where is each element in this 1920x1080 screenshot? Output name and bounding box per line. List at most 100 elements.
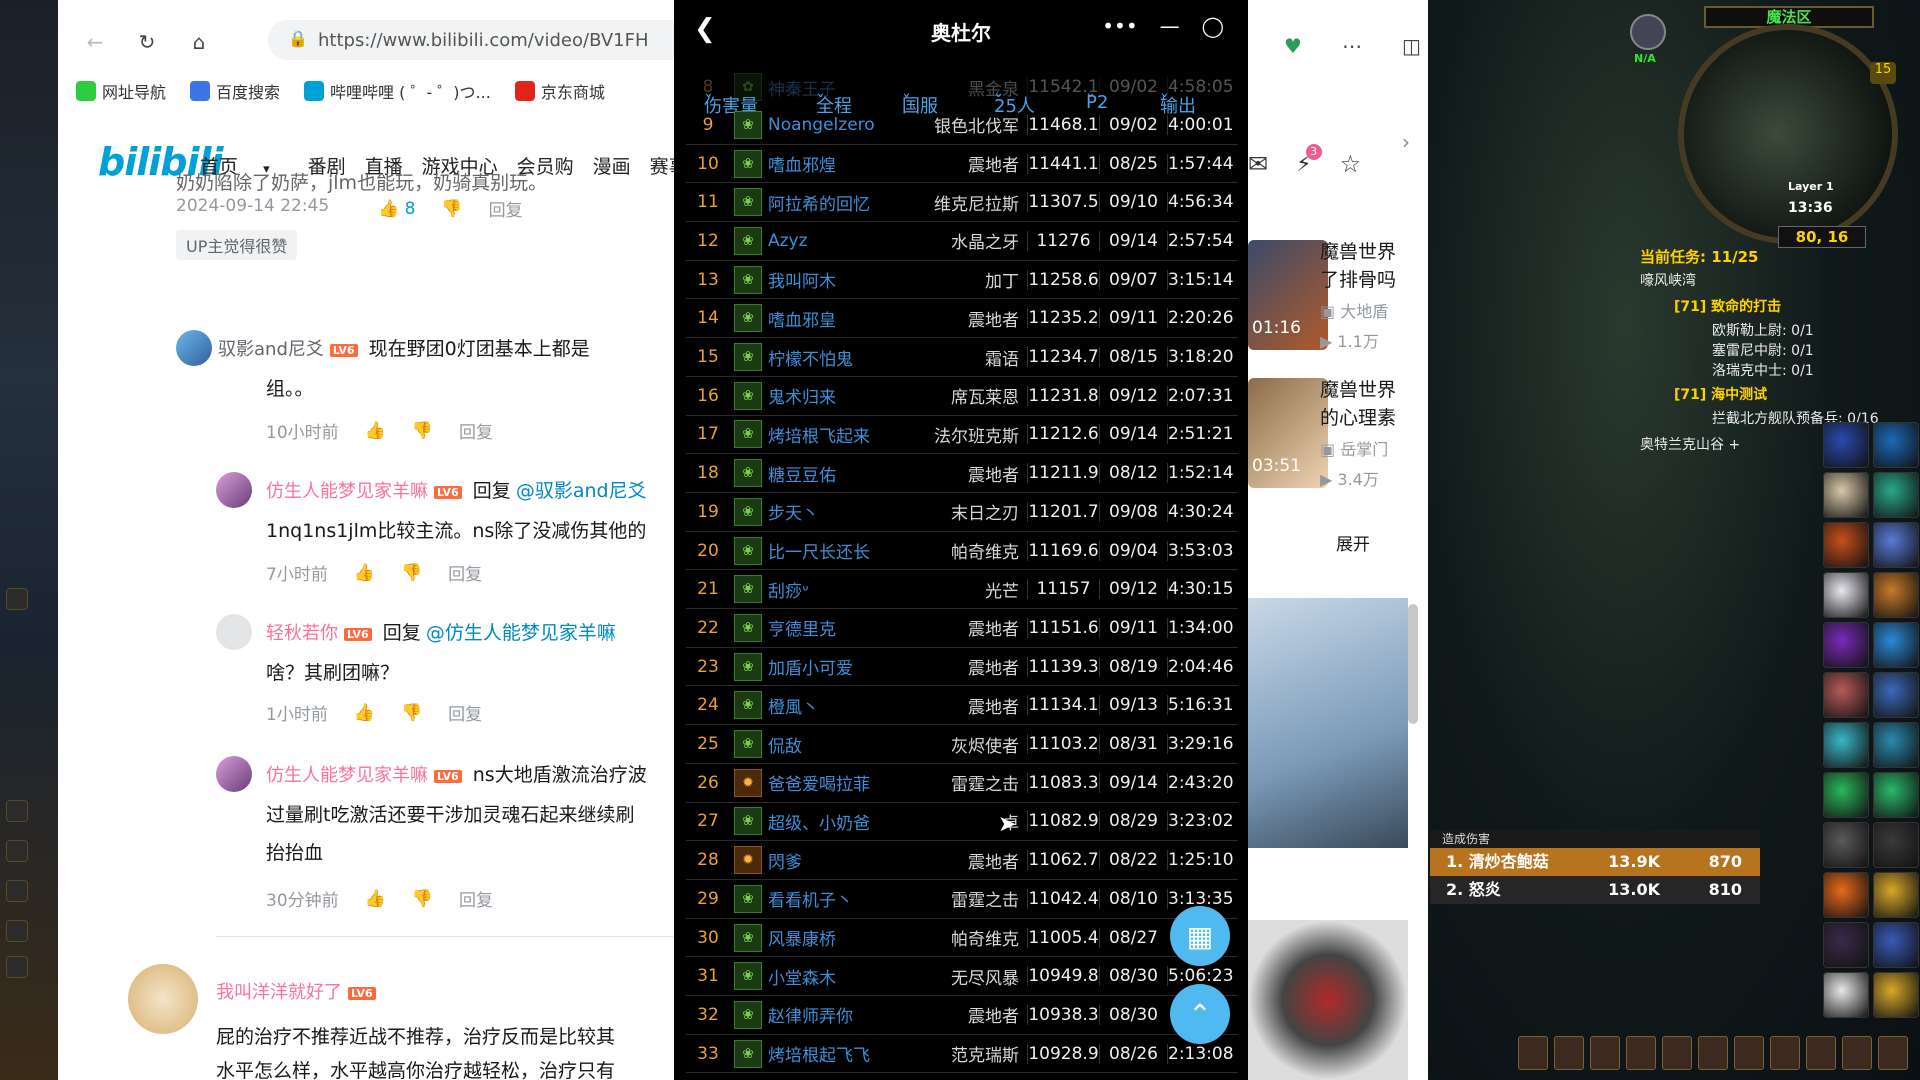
bag-slot-icon[interactable]	[1806, 1036, 1836, 1070]
player-name[interactable]: 爸爸爱喝拉菲	[762, 770, 907, 795]
like-icon[interactable]: 👍	[354, 703, 375, 723]
table-row[interactable]: 20 ❀ 比一尺长还长 帕奇维克 11169.6 09/04 3:53:03	[686, 532, 1238, 571]
reply-button[interactable]: 回复	[459, 886, 493, 911]
spell-icon[interactable]	[1823, 522, 1869, 568]
player-name[interactable]: 柠檬不怕鬼	[762, 345, 907, 370]
video-up[interactable]: ▣ 大地盾	[1320, 298, 1388, 322]
close-target-icon[interactable]: ◯	[1202, 14, 1224, 38]
bookmark-item[interactable]: 哔哩哔哩 ( ゜- ゜)つ...	[304, 79, 491, 103]
scrollbar[interactable]	[1408, 604, 1418, 724]
table-row[interactable]: 12 ❀ Azyz 水晶之牙 11276 09/14 2:57:54	[686, 222, 1238, 261]
quest-tracker-header[interactable]: 当前任务: 11/25	[1640, 246, 1758, 267]
avatar[interactable]	[216, 472, 252, 508]
extension-icon[interactable]: ♥	[1284, 34, 1302, 58]
chevron-left-icon[interactable]: ❮	[694, 14, 716, 44]
player-name[interactable]: 小堂森木	[762, 964, 907, 989]
player-name[interactable]: 加盾小可爱	[762, 654, 907, 679]
spell-icon[interactable]	[1823, 872, 1869, 918]
spell-icon[interactable]	[1873, 772, 1919, 818]
reply-button[interactable]: 回复	[448, 700, 482, 725]
video-up[interactable]: ▣ 岳掌门	[1320, 436, 1388, 460]
video-title[interactable]: 了排骨吗	[1320, 266, 1430, 294]
table-row[interactable]: 29 ❀ 看看机子丶 雷霆之击 11042.4 08/10 3:13:35	[686, 880, 1238, 919]
table-row[interactable]: 25 ❀ 侃敌 灰烬使者 11103.2 08/31 3:29:16	[686, 725, 1238, 764]
player-name[interactable]: 嗜血邪煌	[762, 151, 907, 176]
table-row[interactable]: 27 ❀ 超级、小奶爸卓 11082.9 08/29 3:23:02	[686, 803, 1238, 842]
quest-title[interactable]: [71] 海中测试	[1674, 384, 1767, 404]
player-name[interactable]: 糖豆豆佑	[762, 461, 907, 486]
dislike-icon[interactable]: 👎	[401, 703, 422, 723]
player-name[interactable]: 我叫阿木	[762, 267, 907, 292]
spell-icon[interactable]	[1823, 422, 1869, 468]
spell-icon[interactable]	[1873, 922, 1919, 968]
like-icon[interactable]: 👍	[365, 421, 386, 441]
back-icon[interactable]: ←	[80, 27, 110, 57]
mention-link[interactable]: @仿生人能梦见家羊嘛	[426, 622, 616, 644]
bag-slot-icon[interactable]	[1626, 1036, 1656, 1070]
bag-slot-icon[interactable]	[1518, 1036, 1548, 1070]
bookmark-item[interactable]: 百度搜索	[190, 79, 280, 103]
player-name[interactable]: 比一尺长还长	[762, 538, 907, 563]
spell-icon[interactable]	[1873, 972, 1919, 1018]
address-bar[interactable]: 🔒 https://www.bilibili.com/video/BV1FH	[268, 20, 728, 60]
bag-slot-icon[interactable]	[1734, 1036, 1764, 1070]
spell-icon[interactable]	[1873, 522, 1919, 568]
bookmark-item[interactable]: 京东商城	[514, 79, 605, 103]
chevron-right-icon[interactable]: ›	[1402, 130, 1410, 154]
player-name[interactable]: 赵律师弄你	[762, 1002, 907, 1027]
player-name[interactable]: Noangelzero	[762, 115, 907, 135]
player-name[interactable]: 橙風丶	[762, 693, 907, 718]
spell-icon[interactable]	[1873, 822, 1919, 868]
more-icon[interactable]: ⋯	[1342, 34, 1362, 58]
table-row[interactable]: 9 ❀ Noangelzero 银色北伐军 11468.1 09/02 4:00:01	[686, 106, 1238, 145]
game-side-icon[interactable]	[6, 920, 28, 942]
player-name[interactable]: 看看机子丶	[762, 886, 907, 911]
spell-icon[interactable]	[1823, 972, 1869, 1018]
avatar[interactable]	[216, 756, 252, 792]
bag-slot-icon[interactable]	[1842, 1036, 1872, 1070]
sidebar-toggle-icon[interactable]: ◫	[1402, 34, 1421, 58]
player-name[interactable]: 阿拉希的回忆	[762, 190, 907, 215]
table-row[interactable]: 19 ❀ 步天丶 末日之刃 11201.7 09/08 4:30:24	[686, 493, 1238, 532]
table-row[interactable]: 14 ❀ 嗜血邪皇 震地者 11235.2 09/11 2:20:26	[686, 300, 1238, 339]
game-side-icon[interactable]	[6, 588, 28, 610]
player-name[interactable]: 超级、小奶爸	[762, 809, 907, 834]
comment-user[interactable]: 仿生人能梦见家羊嘛	[266, 481, 428, 502]
table-row[interactable]: 31 ❀ 小堂森木 无尽风暴 10949.8 08/30 5:06:23	[686, 957, 1238, 997]
table-row[interactable]: 17 ❀ 烤培根飞起来 法尔班克斯 11212.6 09/14 2:51:21	[686, 416, 1238, 455]
spell-icon[interactable]	[1873, 672, 1919, 718]
spell-icon[interactable]	[1873, 872, 1919, 918]
player-name[interactable]: 嗜血邪皇	[762, 306, 907, 331]
damage-row[interactable]: 2. 怒炎 13.0K 810	[1430, 876, 1760, 904]
player-name[interactable]: 鬼术归来	[762, 383, 907, 408]
bag-slot-icon[interactable]	[1554, 1036, 1584, 1070]
comment-user[interactable]: 轻秋若你	[266, 623, 338, 644]
bag-slot-icon[interactable]	[1698, 1036, 1728, 1070]
table-row[interactable]: 11 ❀ 阿拉希的回忆 维克尼拉斯 11307.5 09/10 4:56:34	[686, 183, 1238, 223]
target-portrait[interactable]	[1630, 14, 1666, 50]
reply-button[interactable]: 回复	[448, 560, 482, 585]
spell-icon[interactable]	[1873, 622, 1919, 668]
spell-icon[interactable]	[1873, 422, 1919, 468]
more-icon[interactable]: •••	[1102, 14, 1137, 38]
player-name[interactable]: 步天丶	[762, 499, 907, 524]
video-title[interactable]: 的心理素	[1320, 404, 1430, 432]
avatar[interactable]	[176, 330, 212, 366]
bookmark-item[interactable]: 网址导航	[76, 79, 166, 103]
bag-slot-icon[interactable]	[1770, 1036, 1800, 1070]
player-name[interactable]: 亨德里克	[762, 615, 907, 640]
table-row[interactable]: 26 ✹ 爸爸爱喝拉菲 雷霆之击 11083.3 09/14 2:43:20	[686, 764, 1238, 803]
table-row[interactable]: 18 ❀ 糖豆豆佑 震地者 11211.9 08/12 1:52:14	[686, 454, 1238, 493]
like-icon[interactable]: 👍	[365, 889, 386, 909]
spell-icon[interactable]	[1823, 822, 1869, 868]
game-side-icon[interactable]	[6, 956, 28, 978]
comment-user[interactable]: 仿生人能梦见家羊嘛	[266, 765, 428, 786]
spell-icon[interactable]	[1873, 572, 1919, 618]
spell-icon[interactable]	[1873, 472, 1919, 518]
table-row[interactable]: 13 ❀ 我叫阿木 加丁 11258.6 09/07 3:15:14	[686, 261, 1238, 300]
minimize-icon[interactable]: —	[1160, 14, 1180, 38]
table-row[interactable]: 28 ✹ 閃爹 震地者 11062.7 08/22 1:25:10	[686, 841, 1238, 880]
player-name[interactable]: Azyz	[762, 231, 907, 251]
comment-user[interactable]: 驭影and尼爻	[218, 339, 324, 360]
player-name[interactable]: 烤培根飞起来	[762, 422, 907, 447]
